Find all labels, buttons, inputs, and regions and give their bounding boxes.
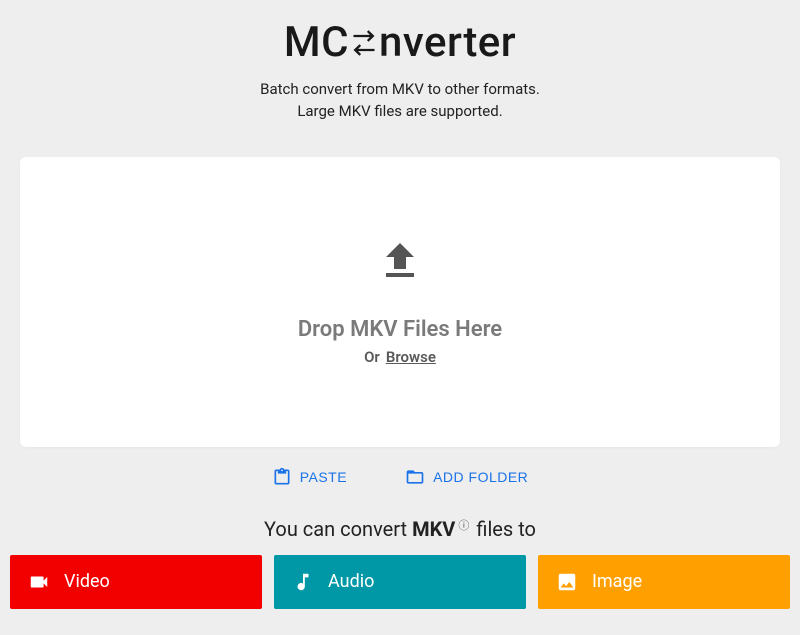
upload-icon — [376, 237, 424, 289]
subtitle-line1: Batch convert from MKV to other formats. — [0, 79, 800, 101]
tab-image-label: Image — [592, 571, 642, 592]
info-icon[interactable]: ⓘ — [458, 517, 469, 533]
image-icon — [556, 571, 578, 593]
clipboard-icon — [272, 467, 292, 487]
convert-icon — [350, 29, 378, 57]
convert-suffix: files to — [476, 517, 536, 541]
tab-video-label: Video — [64, 571, 110, 592]
convert-prefix: You can convert — [264, 517, 407, 541]
drop-title: Drop MKV Files Here — [298, 317, 502, 342]
convert-heading: You can convert MKV ⓘ files to — [0, 517, 800, 541]
drop-or: Or — [364, 348, 380, 366]
tab-video[interactable]: Video — [10, 555, 262, 609]
tab-audio-label: Audio — [328, 571, 374, 592]
brand-prefix: MC — [284, 18, 349, 67]
add-folder-button[interactable]: ADD FOLDER — [401, 461, 532, 493]
convert-format: MKV — [412, 517, 455, 541]
brand-suffix: nverter — [379, 18, 516, 67]
browse-link[interactable]: Browse — [386, 348, 436, 366]
brand-logo: MC nverter — [284, 18, 516, 67]
paste-label: PASTE — [300, 469, 347, 485]
folder-icon — [405, 467, 425, 487]
paste-button[interactable]: PASTE — [268, 461, 351, 493]
tab-audio[interactable]: Audio — [274, 555, 526, 609]
subtitle-line2: Large MKV files are supported. — [0, 101, 800, 123]
subtitle: Batch convert from MKV to other formats.… — [0, 79, 800, 123]
tab-image[interactable]: Image — [538, 555, 790, 609]
add-folder-label: ADD FOLDER — [433, 469, 528, 485]
music-note-icon — [292, 571, 314, 593]
file-dropzone[interactable]: Drop MKV Files Here Or Browse — [20, 157, 780, 447]
videocam-icon — [28, 571, 50, 593]
